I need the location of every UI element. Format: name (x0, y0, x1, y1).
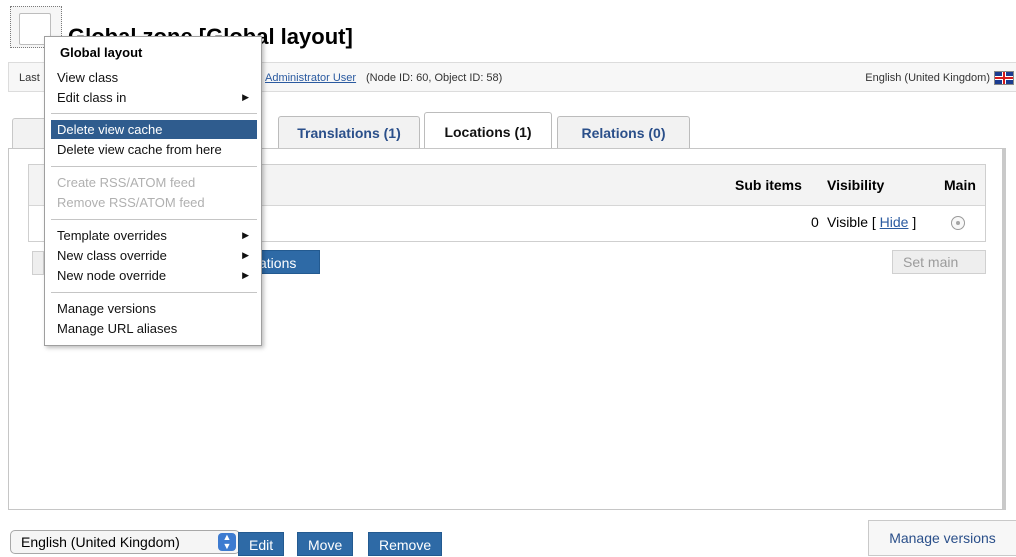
menu-item-label: Edit class in (57, 90, 127, 105)
triangle-right-icon: ▶ (242, 250, 249, 260)
menu-item-label: Delete view cache (57, 122, 163, 137)
language-label: English (United Kingdom) (865, 72, 990, 84)
triangle-right-icon: ▶ (242, 92, 249, 102)
tab-label: Locations (1) (444, 123, 532, 140)
remove-selected-button[interactable] (32, 251, 44, 275)
menu-item-create-rss-feed: Create RSS/ATOM feed (51, 173, 257, 192)
menu-item-label: New class override (57, 248, 167, 263)
node-object-ids: (Node ID: 60, Object ID: 58) (366, 72, 503, 84)
sub-items-count: 0 (811, 214, 819, 230)
menu-item-label: Manage URL aliases (57, 321, 178, 336)
tab-locations[interactable]: Locations (1) (424, 112, 552, 150)
menu-item-edit-class-in[interactable]: Edit class in ▶ (51, 88, 257, 107)
uk-flag-icon (994, 71, 1014, 85)
menu-item-manage-url-aliases[interactable]: Manage URL aliases (51, 319, 257, 338)
menu-item-new-class-override[interactable]: New class override ▶ (51, 246, 257, 265)
menu-item-delete-view-cache-from-here[interactable]: Delete view cache from here (51, 140, 257, 159)
menu-item-template-overrides[interactable]: Template overrides ▶ (51, 226, 257, 245)
col-sub-items: Sub items (735, 177, 802, 193)
triangle-right-icon: ▶ (242, 230, 249, 240)
menu-item-new-node-override[interactable]: New node override ▶ (51, 266, 257, 285)
remove-button[interactable]: Remove (368, 532, 443, 556)
tab-label: Relations (0) (581, 125, 666, 141)
bracket-open: [ (871, 214, 876, 230)
tab-translations[interactable]: Translations (1) (278, 116, 420, 149)
main-location-radio[interactable] (951, 216, 965, 230)
menu-item-label: Create RSS/ATOM feed (57, 175, 196, 190)
menu-item-view-class[interactable]: View class (51, 68, 257, 87)
menu-item-delete-view-cache[interactable]: Delete view cache (51, 120, 257, 139)
set-main-button[interactable]: Set main (892, 250, 986, 274)
info-last-modified-label: Last (19, 72, 40, 84)
add-locations-button[interactable]: ations (252, 250, 320, 274)
language-select-value: English (United Kingdom) (21, 534, 180, 550)
menu-item-label: New node override (57, 268, 167, 283)
updown-arrows-icon: ▲ ▼ (218, 533, 236, 551)
col-main: Main (944, 177, 976, 193)
triangle-right-icon: ▶ (242, 270, 249, 280)
hide-link[interactable]: Hide (880, 214, 909, 230)
menu-item-remove-rss-feed: Remove RSS/ATOM feed (51, 193, 257, 212)
visibility-cell: Visible [ Hide ] (827, 214, 916, 230)
menu-item-label: Delete view cache from here (57, 142, 222, 157)
visibility-status: Visible (827, 214, 868, 230)
menu-item-label: Template overrides (57, 228, 167, 243)
bracket-close: ] (912, 214, 917, 230)
context-menu: Global layout View class Edit class in ▶… (44, 36, 262, 346)
menu-item-label: View class (57, 70, 119, 85)
manage-versions-button[interactable]: Manage versions (868, 520, 1016, 556)
tab-relations[interactable]: Relations (0) (557, 116, 690, 149)
col-visibility: Visibility (827, 177, 885, 193)
move-button[interactable]: Move (297, 532, 354, 556)
menu-item-manage-versions[interactable]: Manage versions (51, 299, 257, 318)
owner-link[interactable]: Administrator User (265, 72, 356, 84)
tab-label: Translations (1) (297, 125, 401, 141)
language-select[interactable]: English (United Kingdom) ▲ ▼ (10, 530, 240, 554)
context-menu-title: Global layout (60, 45, 143, 60)
menu-item-label: Remove RSS/ATOM feed (57, 195, 205, 210)
edit-button[interactable]: Edit (238, 532, 285, 556)
menu-item-label: Manage versions (57, 301, 156, 316)
